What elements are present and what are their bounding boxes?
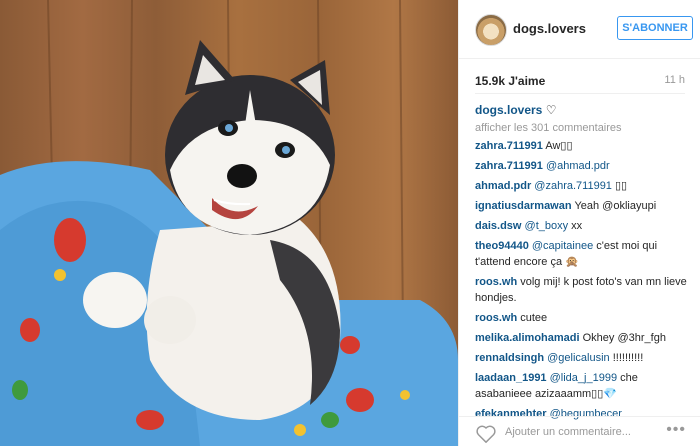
comment-mention[interactable]: @lida_j_1999 [550,372,617,384]
comment-text: Okhey @3hr_fgh [582,332,666,344]
comment-author[interactable]: ignatiusdarmawan [475,200,572,212]
post-side-panel: dogs.lovers S'ABONNER 15.9k J'aime 11 h … [459,0,700,446]
comment-item: ignatiusdarmawan Yeah @okliayupi [475,198,689,214]
comment-text: Aw▯▯ [545,140,573,152]
post-header: dogs.lovers S'ABONNER [459,0,700,59]
add-comment-input[interactable]: Ajouter un commentaire... [505,426,631,438]
comment-author[interactable]: zahra.711991 [475,140,543,152]
comment-mention[interactable]: @capitainee [532,240,593,252]
comment-mention[interactable]: @t_boxy [525,220,569,232]
comment-author[interactable]: laadaan_1991 [475,372,547,384]
comment-author[interactable]: roos.wh [475,276,517,288]
likes-count[interactable]: 15.9k J'aime [475,74,545,88]
comment-text: xx [571,220,583,232]
view-all-comments-link[interactable]: afficher les 301 commentaires [475,120,689,136]
comment-author[interactable]: ahmad.pdr [475,180,531,192]
comment-text: Yeah @okliayupi [574,200,657,212]
comment-text: cutee [520,312,548,324]
comment-item: zahra.711991 Aw▯▯ [475,138,689,154]
caption-author[interactable]: dogs.lovers [475,103,542,117]
comment-author[interactable]: zahra.711991 [475,160,543,172]
caption: dogs.lovers ♡ [475,102,689,118]
avatar[interactable] [475,14,507,46]
comment-text: ▯▯ [615,180,628,192]
comment-item: theo94440 @capitainee c'est moi qui t'at… [475,238,689,270]
comment-author[interactable]: rennaldsingh [475,352,544,364]
comment-item: ahmad.pdr @zahra.711991 ▯▯ [475,178,689,194]
comment-item: zahra.711991 @ahmad.pdr [475,158,689,174]
caption-text: ♡ [542,103,557,117]
username-link[interactable]: dogs.lovers [513,21,586,36]
post-photo[interactable] [0,0,458,446]
comment-item: dais.dsw @t_boxy xx [475,218,689,234]
comment-mention[interactable]: @ahmad.pdr [546,160,610,172]
comment-mention[interactable]: @zahra.711991 [534,180,612,192]
comment-author[interactable]: melika.alimohamadi [475,332,580,344]
husky-puppy-image [0,0,458,446]
comment-author[interactable]: theo94440 [475,240,529,252]
post-time[interactable]: 11 h [664,74,685,86]
heart-icon[interactable] [475,424,497,444]
stats-divider [475,93,685,94]
comment-item: melika.alimohamadi Okhey @3hr_fgh [475,330,689,346]
comment-author[interactable]: dais.dsw [475,220,521,232]
stats-row: 15.9k J'aime 11 h [475,74,685,90]
comment-item: roos.wh volg mij! k post foto's van mn l… [475,274,689,306]
comment-item: roos.wh cutee [475,310,689,326]
comment-item: rennaldsingh @gelicalusin !!!!!!!!!! [475,350,689,366]
comment-item: laadaan_1991 @lida_j_1999 che asabanieee… [475,370,689,402]
comment-bar: Ajouter un commentaire... ••• [459,416,700,447]
comment-list: dogs.lovers ♡ afficher les 301 commentai… [475,102,689,426]
follow-button[interactable]: S'ABONNER [617,16,693,40]
comment-text: !!!!!!!!!! [612,352,644,364]
comment-author[interactable]: roos.wh [475,312,517,324]
comment-mention[interactable]: @gelicalusin [547,352,610,364]
more-options-icon[interactable]: ••• [666,421,686,439]
